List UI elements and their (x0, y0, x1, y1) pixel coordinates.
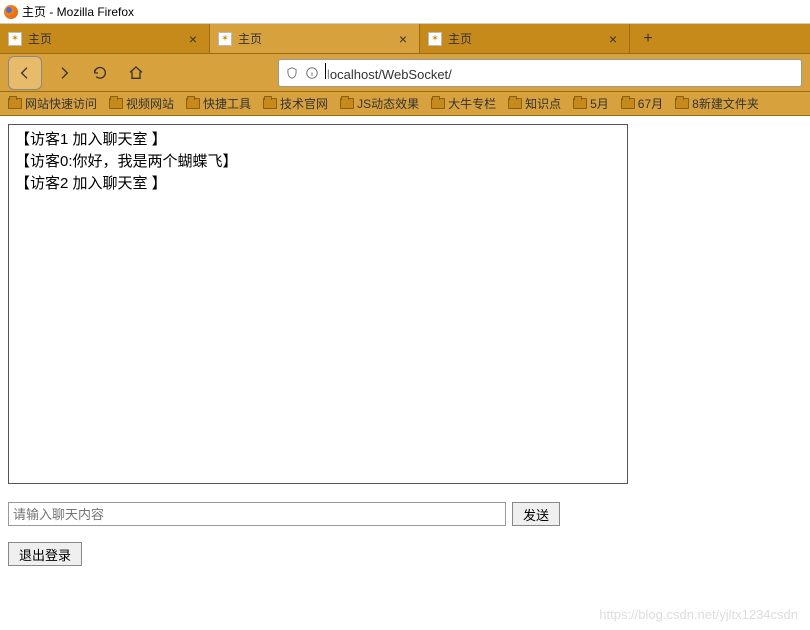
tab-bar: ✶ 主页 × ✶ 主页 × ✶ 主页 × + (0, 24, 810, 54)
folder-icon (109, 98, 123, 109)
new-tab-button[interactable]: + (630, 24, 666, 53)
chat-input[interactable] (8, 502, 506, 526)
page-content: 【访客1 加入聊天室 】 【访客0:你好，我是两个蝴蝶飞】 【访客2 加入聊天室… (0, 116, 810, 574)
folder-icon (263, 98, 277, 109)
window-titlebar: 主页 - Mozilla Firefox (0, 0, 810, 24)
favicon-icon: ✶ (428, 32, 442, 46)
bookmark-item[interactable]: 网站快速访问 (8, 95, 97, 112)
firefox-icon (4, 5, 18, 19)
bookmark-item[interactable]: 快捷工具 (186, 95, 251, 112)
bookmark-item[interactable]: 5月 (573, 95, 609, 112)
bookmark-item[interactable]: 大牛专栏 (431, 95, 496, 112)
bookmark-item[interactable]: 知识点 (508, 95, 561, 112)
chat-input-row: 发送 (8, 502, 802, 526)
home-icon (128, 65, 144, 81)
folder-icon (186, 98, 200, 109)
forward-button[interactable] (50, 59, 78, 87)
home-button[interactable] (122, 59, 150, 87)
close-icon[interactable]: × (395, 31, 411, 47)
window-title: 主页 - Mozilla Firefox (22, 3, 134, 20)
url-text: localhost/WebSocket/ (325, 63, 452, 82)
arrow-left-icon (17, 65, 33, 81)
folder-icon (340, 98, 354, 109)
reload-button[interactable] (86, 59, 114, 87)
folder-icon (621, 98, 635, 109)
browser-tab-1[interactable]: ✶ 主页 × (210, 24, 420, 53)
reload-icon (92, 65, 108, 81)
favicon-icon: ✶ (8, 32, 22, 46)
bookmark-item[interactable]: 67月 (621, 95, 663, 112)
tab-label: 主页 (28, 30, 179, 47)
bookmark-item[interactable]: 技术官网 (263, 95, 328, 112)
shield-icon[interactable] (285, 66, 299, 80)
favicon-icon: ✶ (218, 32, 232, 46)
bookmark-item[interactable]: 8新建文件夹 (675, 95, 759, 112)
close-icon[interactable]: × (605, 31, 621, 47)
folder-icon (675, 98, 689, 109)
nav-toolbar: localhost/WebSocket/ (0, 54, 810, 92)
chat-log[interactable]: 【访客1 加入聊天室 】 【访客0:你好，我是两个蝴蝶飞】 【访客2 加入聊天室… (8, 124, 628, 484)
chat-message: 【访客0:你好，我是两个蝴蝶飞】 (15, 151, 621, 173)
chat-message: 【访客1 加入聊天室 】 (15, 129, 621, 151)
info-icon[interactable] (305, 66, 319, 80)
tab-label: 主页 (238, 30, 389, 47)
bookmark-item[interactable]: JS动态效果 (340, 95, 419, 112)
url-bar[interactable]: localhost/WebSocket/ (278, 59, 802, 87)
back-button[interactable] (8, 56, 42, 90)
browser-tab-0[interactable]: ✶ 主页 × (0, 24, 210, 53)
folder-icon (8, 98, 22, 109)
close-icon[interactable]: × (185, 31, 201, 47)
folder-icon (508, 98, 522, 109)
bookmarks-bar: 网站快速访问 视频网站 快捷工具 技术官网 JS动态效果 大牛专栏 知识点 5月… (0, 92, 810, 116)
folder-icon (573, 98, 587, 109)
watermark: https://blog.csdn.net/yjltx1234csdn (599, 607, 798, 622)
bookmark-item[interactable]: 视频网站 (109, 95, 174, 112)
arrow-right-icon (56, 65, 72, 81)
tab-label: 主页 (448, 30, 599, 47)
send-button[interactable]: 发送 (512, 502, 560, 526)
logout-button[interactable]: 退出登录 (8, 542, 82, 566)
folder-icon (431, 98, 445, 109)
browser-tab-2[interactable]: ✶ 主页 × (420, 24, 630, 53)
chat-message: 【访客2 加入聊天室 】 (15, 173, 621, 195)
